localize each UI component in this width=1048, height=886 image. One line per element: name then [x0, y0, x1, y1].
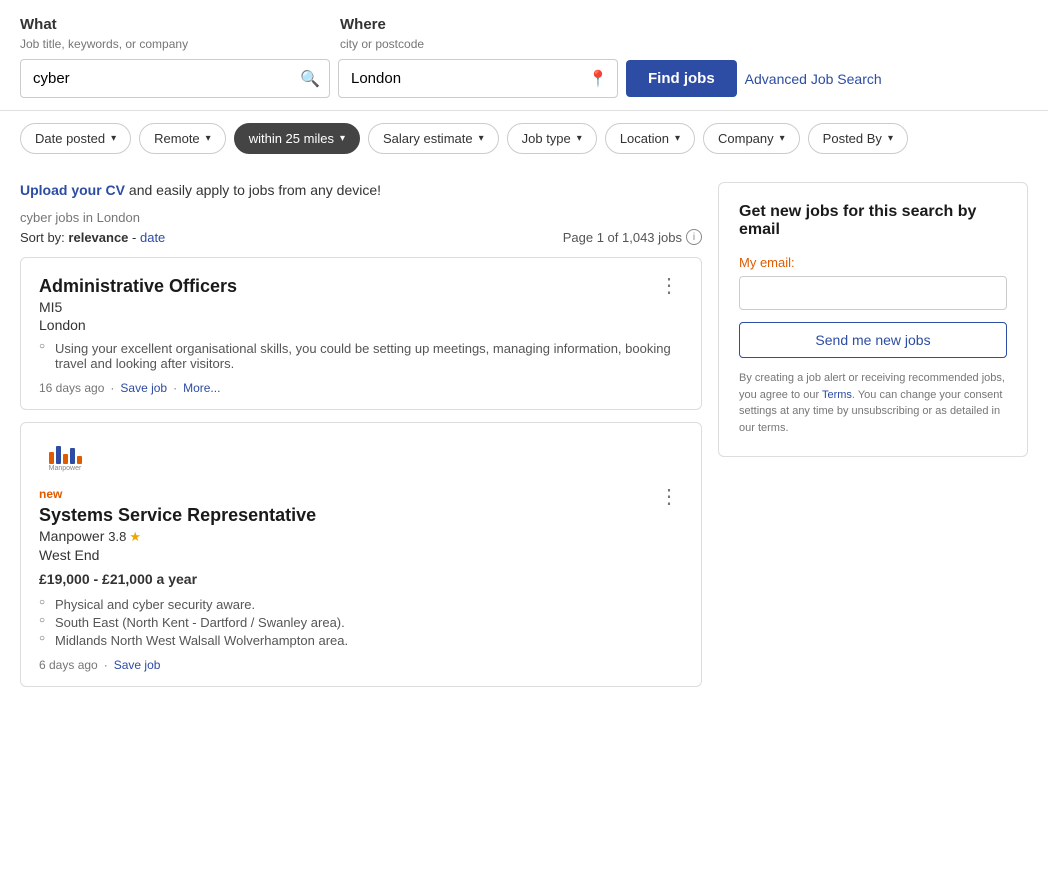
job-description: Using your excellent organisational skil…	[39, 341, 683, 371]
job-company: MI5	[39, 299, 237, 315]
filter-label: Salary estimate	[383, 131, 473, 146]
filter-job-type[interactable]: Job type ▾	[507, 123, 597, 154]
job-card-header: new Systems Service Representative Manpo…	[39, 487, 683, 571]
job-location: West End	[39, 547, 316, 563]
job-desc-item: South East (North Kent - Dartford / Swan…	[39, 615, 683, 630]
where-input[interactable]	[338, 59, 618, 98]
chevron-down-icon: ▾	[111, 133, 116, 144]
job-location: London	[39, 317, 237, 333]
star-icon: ★	[129, 529, 141, 545]
what-sublabel: Job title, keywords, or company	[20, 37, 340, 51]
job-info: Administrative Officers MI5 London	[39, 276, 237, 341]
manpower-text: Manpower	[49, 465, 82, 472]
what-input[interactable]	[20, 59, 330, 98]
filter-bar: Date posted▾Remote▾within 25 miles▾Salar…	[0, 111, 1048, 166]
search-section: What Where Job title, keywords, or compa…	[0, 0, 1048, 111]
advanced-search-link[interactable]: Advanced Job Search	[745, 71, 882, 87]
email-alert-box: Get new jobs for this search by email My…	[718, 182, 1028, 457]
new-badge: new	[39, 487, 316, 501]
where-sublabel: city or postcode	[340, 37, 424, 51]
filter-location[interactable]: Location ▾	[605, 123, 695, 154]
filter-label: Remote	[154, 131, 200, 146]
job-footer: 16 days ago · Save job · More...	[39, 381, 683, 395]
results-column: Upload your CV and easily apply to jobs …	[20, 182, 702, 699]
terms-link[interactable]: Terms	[822, 389, 852, 401]
sort-date-link[interactable]: date	[140, 230, 165, 245]
sort-options: Sort by: relevance - date	[20, 230, 165, 245]
manpower-logo: Manpower	[49, 446, 82, 472]
sort-relevance: relevance	[68, 230, 128, 245]
filter-posted-by[interactable]: Posted By ▾	[808, 123, 908, 154]
filter-remote[interactable]: Remote ▾	[139, 123, 226, 154]
company-rating: 3.8 ★	[108, 529, 141, 545]
filter-company[interactable]: Company ▾	[703, 123, 800, 154]
filter-within-25-miles[interactable]: within 25 miles ▾	[234, 123, 360, 154]
job-footer: 6 days ago · Save job	[39, 658, 683, 672]
filter-label: Job type	[522, 131, 571, 146]
filter-label: Company	[718, 131, 774, 146]
filter-label: Location	[620, 131, 669, 146]
job-salary: £19,000 - £21,000 a year	[39, 571, 683, 587]
dot-separator: ·	[173, 381, 177, 395]
consent-text: By creating a job alert or receiving rec…	[739, 370, 1007, 436]
save-job-link[interactable]: Save job	[114, 658, 161, 672]
find-jobs-button[interactable]: Find jobs	[626, 60, 737, 97]
main-content: Upload your CV and easily apply to jobs …	[0, 166, 1048, 715]
chevron-down-icon: ▾	[479, 133, 484, 144]
email-label: My email:	[739, 255, 1007, 270]
company-logo: Manpower	[39, 441, 91, 477]
sort-dash: -	[128, 230, 140, 245]
chevron-down-icon: ▾	[888, 133, 893, 144]
save-job-link[interactable]: Save job	[120, 381, 167, 395]
job-description: Physical and cyber security aware. South …	[39, 597, 683, 648]
filter-label: Posted By	[823, 131, 882, 146]
email-input[interactable]	[739, 276, 1007, 310]
dot-separator: ·	[110, 381, 114, 395]
what-label: What	[20, 16, 340, 33]
filter-salary-estimate[interactable]: Salary estimate ▾	[368, 123, 499, 154]
sort-bar: Sort by: relevance - date Page 1 of 1,04…	[20, 229, 702, 245]
posted-time: 6 days ago	[39, 658, 98, 672]
where-label: Where	[340, 16, 386, 33]
filter-date-posted[interactable]: Date posted ▾	[20, 123, 131, 154]
dot-separator: ·	[104, 658, 108, 672]
job-desc-item: Using your excellent organisational skil…	[39, 341, 683, 371]
page-info-text: Page 1 of 1,043 jobs	[563, 230, 682, 245]
chevron-down-icon: ▾	[675, 133, 680, 144]
more-options-button[interactable]: ⋮	[655, 487, 683, 507]
job-info: new Systems Service Representative Manpo…	[39, 487, 316, 571]
filter-label: within 25 miles	[249, 131, 334, 146]
job-desc-item: Midlands North West Walsall Wolverhampto…	[39, 633, 683, 648]
chevron-down-icon: ▾	[780, 133, 785, 144]
more-options-button[interactable]: ⋮	[655, 276, 683, 296]
chevron-down-icon: ▾	[206, 133, 211, 144]
email-alert-title: Get new jobs for this search by email	[739, 203, 1007, 239]
send-me-jobs-button[interactable]: Send me new jobs	[739, 322, 1007, 358]
job-desc-item: Physical and cyber security aware.	[39, 597, 683, 612]
company-logo-wrap: Manpower	[39, 441, 683, 477]
job-title[interactable]: Systems Service Representative	[39, 505, 316, 526]
upload-cv-banner: Upload your CV and easily apply to jobs …	[20, 182, 702, 198]
chevron-down-icon: ▾	[340, 133, 345, 144]
filter-label: Date posted	[35, 131, 105, 146]
upload-cv-link[interactable]: Upload your CV	[20, 182, 125, 198]
job-card: Manpower new Systems Service Representat…	[20, 422, 702, 687]
job-card-header: Administrative Officers MI5 London ⋮	[39, 276, 683, 341]
info-icon: i	[686, 229, 702, 245]
job-title[interactable]: Administrative Officers	[39, 276, 237, 297]
page-info: Page 1 of 1,043 jobs i	[563, 229, 702, 245]
results-meta: cyber jobs in London	[20, 210, 702, 225]
sort-label: Sort by:	[20, 230, 65, 245]
sidebar-column: Get new jobs for this search by email My…	[718, 182, 1028, 699]
job-card: Administrative Officers MI5 London ⋮ Usi…	[20, 257, 702, 410]
chevron-down-icon: ▾	[577, 133, 582, 144]
more-link[interactable]: More...	[183, 381, 220, 395]
job-cards-container: Administrative Officers MI5 London ⋮ Usi…	[20, 257, 702, 687]
upload-cv-text-rest: and easily apply to jobs from any device…	[125, 182, 381, 198]
posted-time: 16 days ago	[39, 381, 104, 395]
location-pin-icon: 📍	[588, 69, 608, 89]
search-icon: 🔍	[300, 69, 320, 89]
job-company: Manpower 3.8 ★	[39, 528, 316, 545]
